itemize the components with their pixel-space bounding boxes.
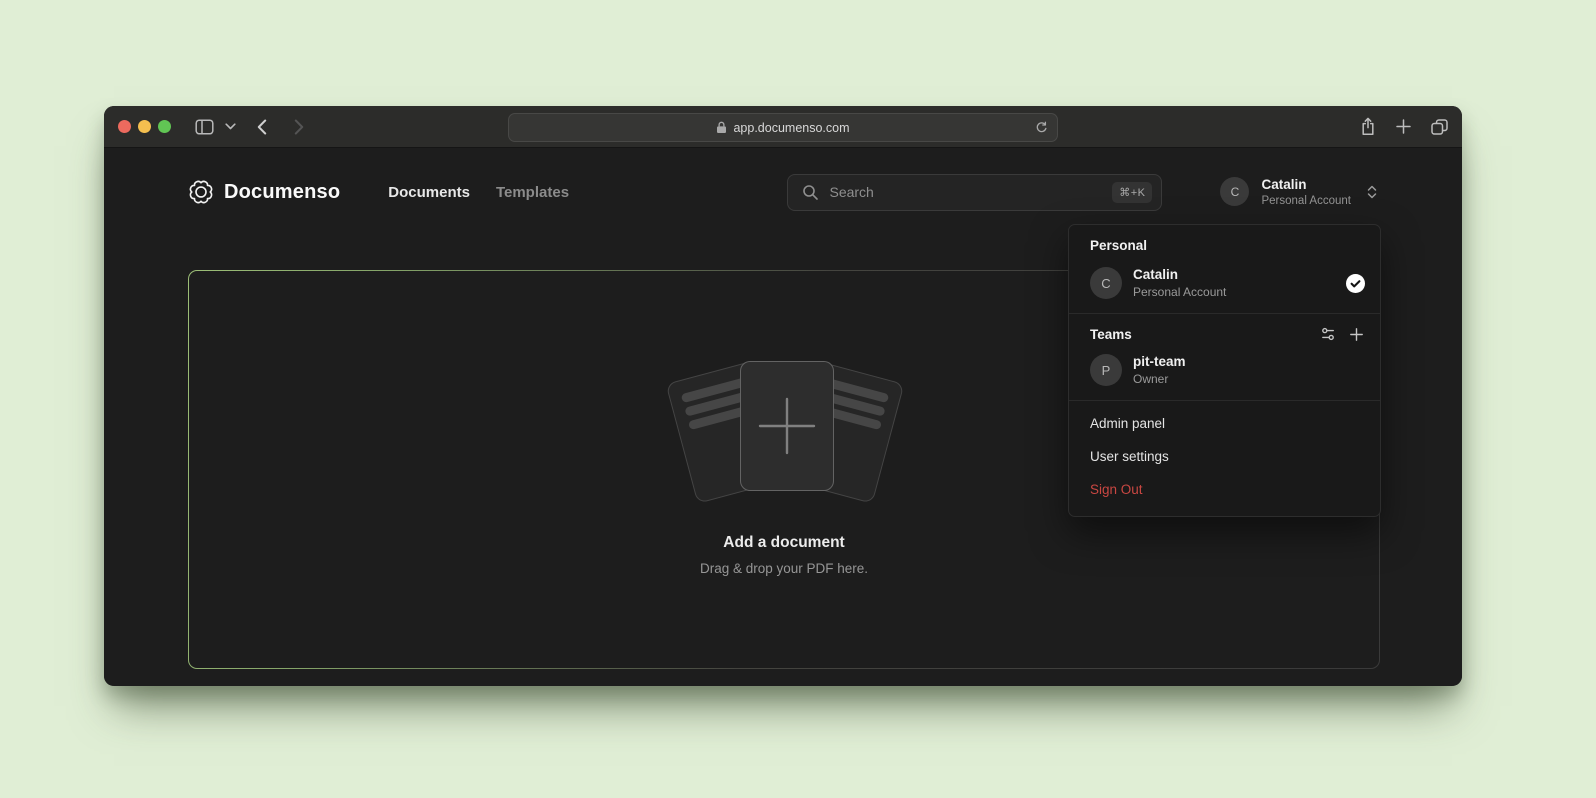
- forward-button-icon[interactable]: [294, 119, 304, 135]
- menu-item-user-settings[interactable]: User settings: [1069, 440, 1380, 473]
- check-circle-icon: [1346, 274, 1365, 293]
- account-dropdown-menu: Personal C Catalin Personal Account Team…: [1068, 224, 1381, 517]
- manage-teams-sliders-icon[interactable]: [1320, 326, 1336, 342]
- refresh-icon[interactable]: [1035, 121, 1048, 134]
- tab-overview-icon[interactable]: [1431, 119, 1448, 135]
- sidebar-toggle-icon[interactable]: [195, 119, 214, 135]
- dropzone-title: Add a document: [723, 534, 844, 552]
- sidebar-chevron-down-icon[interactable]: [225, 123, 236, 130]
- traffic-lights: [118, 120, 171, 133]
- search-shortcut-badge: ⌘+K: [1112, 182, 1152, 203]
- nav-templates[interactable]: Templates: [496, 184, 569, 201]
- zoom-window-button[interactable]: [158, 120, 171, 133]
- address-bar[interactable]: app.documenso.com: [508, 113, 1058, 142]
- menu-item-sign-out[interactable]: Sign Out: [1069, 473, 1380, 506]
- main-nav: Documents Templates: [388, 184, 569, 201]
- team-item-pit-team[interactable]: P pit-team Owner: [1069, 346, 1380, 400]
- teams-section-header: Teams: [1069, 314, 1380, 346]
- account-menu-trigger[interactable]: C Catalin Personal Account: [1220, 177, 1378, 207]
- chevrons-up-down-icon: [1366, 184, 1378, 200]
- avatar: C: [1090, 267, 1122, 299]
- nav-documents[interactable]: Documents: [388, 184, 470, 201]
- search-input[interactable]: [829, 184, 1102, 200]
- teams-section-label: Teams: [1090, 327, 1132, 342]
- new-tab-icon[interactable]: [1396, 119, 1411, 134]
- dropzone-illustration: [678, 361, 890, 501]
- share-icon[interactable]: [1360, 117, 1376, 136]
- back-button-icon[interactable]: [257, 119, 267, 135]
- personal-account-subtitle: Personal Account: [1133, 285, 1226, 299]
- documenso-logo-icon: [188, 179, 214, 205]
- account-name: Catalin: [1261, 177, 1351, 193]
- personal-section-label: Personal: [1069, 225, 1380, 259]
- search-icon: [802, 184, 819, 201]
- menu-item-admin-panel[interactable]: Admin panel: [1069, 407, 1380, 440]
- app-header: Documenso Documents Templates ⌘+K C: [104, 148, 1462, 236]
- create-team-plus-icon[interactable]: [1349, 327, 1364, 342]
- lock-icon: [716, 121, 727, 134]
- browser-window: app.documenso.com: [104, 106, 1462, 686]
- plus-icon: [758, 397, 816, 455]
- search-bar[interactable]: ⌘+K: [787, 174, 1162, 211]
- url-text: app.documenso.com: [733, 121, 849, 135]
- personal-account-item[interactable]: C Catalin Personal Account: [1069, 259, 1380, 313]
- team-role: Owner: [1133, 372, 1186, 386]
- account-type: Personal Account: [1261, 195, 1351, 207]
- avatar: P: [1090, 354, 1122, 386]
- team-name: pit-team: [1133, 354, 1186, 370]
- brand-name: Documenso: [224, 181, 340, 204]
- close-window-button[interactable]: [118, 120, 131, 133]
- document-card-center: [740, 361, 834, 491]
- dropzone-subtitle: Drag & drop your PDF here.: [700, 561, 868, 576]
- browser-toolbar: app.documenso.com: [104, 106, 1462, 148]
- brand[interactable]: Documenso: [188, 179, 340, 205]
- minimize-window-button[interactable]: [138, 120, 151, 133]
- personal-account-name: Catalin: [1133, 267, 1226, 283]
- avatar: C: [1220, 177, 1249, 206]
- app-page: Documenso Documents Templates ⌘+K C: [104, 148, 1462, 685]
